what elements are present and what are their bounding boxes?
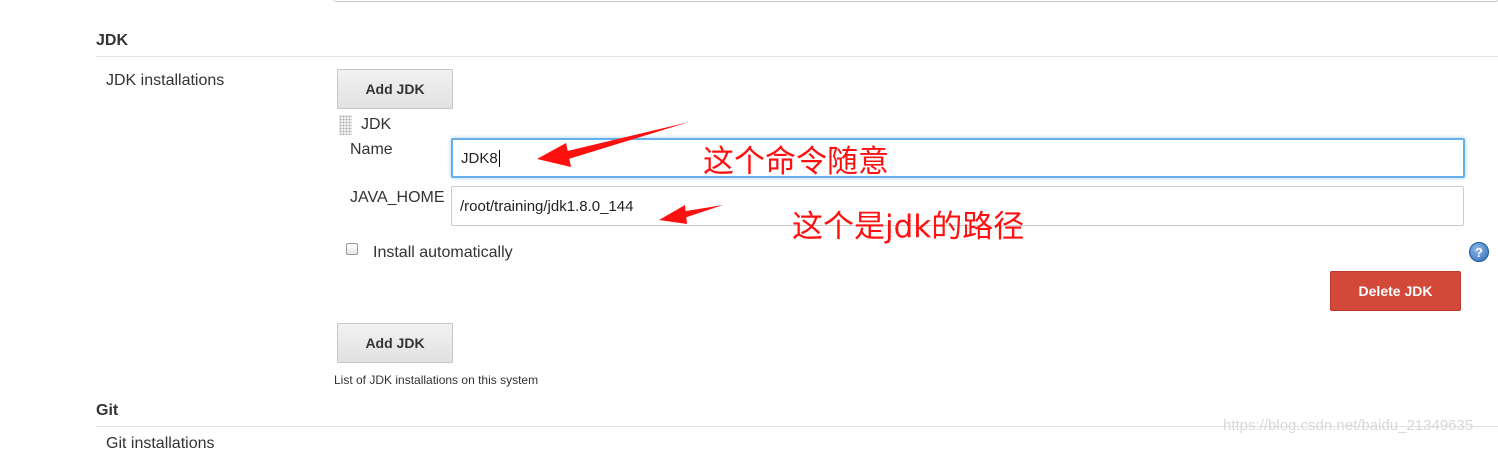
java-home-annotation-text: 这个是jdk的路径 bbox=[792, 209, 1025, 245]
name-annotation-text: 这个命令随意 bbox=[703, 144, 889, 180]
annotation-arrows bbox=[537, 122, 723, 224]
arrow-to-java-home-input bbox=[659, 205, 723, 224]
watermark: https://blog.csdn.net/baidu_21349635 bbox=[1223, 417, 1474, 434]
arrow-to-name-input bbox=[537, 122, 689, 167]
